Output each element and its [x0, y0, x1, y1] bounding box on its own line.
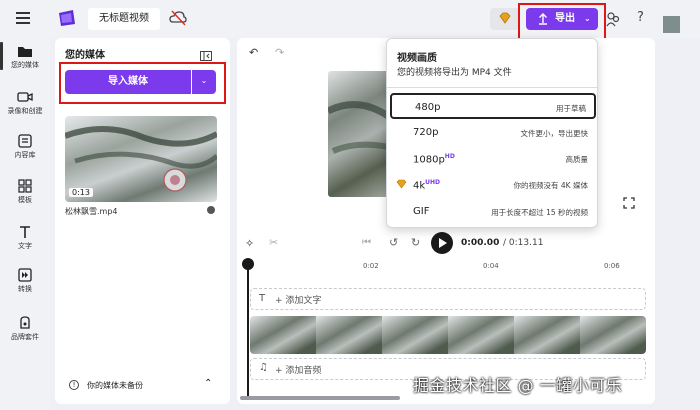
- upload-icon: [538, 8, 548, 39]
- option-desc: 用于长度不超过 15 秒的视频: [491, 208, 588, 217]
- menu-subheading: 您的视频将导出为 MP4 文件: [397, 68, 512, 78]
- media-panel: 您的媒体 导入媒体 ⌄ 0:13 松林飘雪.mp4 ! 你的媒体未备份 ⌃: [55, 38, 230, 404]
- export-option-4k[interactable]: 4kUHD 你的视频没有 4K 媒体: [390, 172, 596, 198]
- rail-item-label: 文字: [18, 242, 32, 250]
- video-frame: [514, 316, 580, 354]
- media-panel-title: 您的媒体: [65, 50, 105, 61]
- project-title[interactable]: 无标题视频: [88, 8, 160, 30]
- uhd-badge: UHD: [425, 179, 441, 186]
- rail-item-brand-kit[interactable]: 品牌套件: [0, 316, 50, 342]
- option-desc: 高质量: [565, 155, 589, 164]
- video-frame: [250, 316, 316, 354]
- chevron-down-icon: ⌄: [200, 76, 208, 85]
- option-label: 4kUHD: [413, 179, 441, 192]
- rewind-5s-icon[interactable]: ↺: [389, 236, 398, 249]
- share-people-icon[interactable]: [606, 11, 620, 31]
- video-frame: [580, 316, 646, 354]
- watermark-text: 掘金技术社区 @ 一罐小可乐: [413, 376, 623, 395]
- timeline-ruler-dots: [276, 266, 646, 268]
- media-clip-thumbnail[interactable]: 0:13: [65, 116, 217, 202]
- play-button[interactable]: [431, 232, 453, 254]
- rail-item-your-media[interactable]: 您的媒体: [0, 44, 50, 70]
- clip-filename: 松林飘雪.mp4: [65, 207, 118, 216]
- rail-item-templates[interactable]: 模板: [0, 179, 50, 205]
- backup-status-text: 你的媒体未备份: [87, 381, 143, 390]
- undo-icon[interactable]: ↶: [249, 46, 258, 59]
- info-icon: !: [69, 380, 79, 390]
- export-option-480p[interactable]: 480p 用于草稿: [390, 93, 596, 119]
- text-icon: [20, 226, 30, 238]
- chevron-up-icon[interactable]: ⌃: [204, 378, 212, 389]
- rail-item-label: 内容库: [14, 151, 36, 159]
- split-scissors-icon[interactable]: ✂: [269, 236, 278, 249]
- option-label: 1080pHD: [413, 153, 455, 166]
- forward-5s-icon[interactable]: ↻: [411, 236, 420, 249]
- total-time: / 0:13.11: [503, 238, 544, 248]
- folder-icon: [18, 47, 32, 57]
- export-quality-menu: 视频画质 您的视频将导出为 MP4 文件 480p 用于草稿 720p 文件更小…: [386, 38, 598, 228]
- help-button[interactable]: ?: [637, 10, 644, 25]
- option-desc: 文件更小，导出更快: [520, 129, 589, 138]
- chevron-down-icon: ⌄: [584, 14, 591, 23]
- rail-item-transitions[interactable]: 转换: [0, 268, 50, 294]
- top-bar: 无标题视频 导出 ⌄ ?: [0, 0, 700, 41]
- video-track[interactable]: [250, 316, 646, 354]
- menu-divider: [387, 87, 597, 88]
- brand-kit-icon: [20, 316, 30, 329]
- templates-icon: [18, 179, 32, 193]
- rail-item-label: 转换: [18, 285, 32, 293]
- app-logo-icon: [57, 9, 77, 27]
- option-desc: 你的视频没有 4K 媒体: [513, 181, 588, 190]
- rail-item-label: 您的媒体: [11, 61, 39, 69]
- cloud-sync-off-icon[interactable]: [169, 10, 187, 30]
- transition-icon: [18, 268, 32, 282]
- current-time: 0:00.00: [461, 238, 500, 248]
- export-label: 导出: [555, 13, 575, 24]
- text-track[interactable]: T + 添加文字: [250, 288, 646, 310]
- export-button[interactable]: 导出 ⌄: [526, 8, 598, 30]
- rail-item-label: 录像和创建: [7, 107, 43, 115]
- premium-diamond-button[interactable]: [490, 8, 520, 30]
- add-audio-label: + 添加音频: [275, 366, 322, 376]
- skip-back-icon[interactable]: ⏮: [362, 237, 371, 248]
- option-label: GIF: [413, 206, 430, 217]
- video-frame: [316, 316, 382, 354]
- option-label: 480p: [415, 102, 441, 113]
- clip-duration-badge: 0:13: [69, 188, 93, 197]
- timeline-scrollbar[interactable]: [240, 396, 400, 400]
- backup-status-bar[interactable]: ! 你的媒体未备份 ⌃: [55, 376, 230, 398]
- option-desc: 用于草稿: [556, 104, 586, 113]
- menu-heading: 视频画质: [397, 53, 437, 64]
- music-note-icon: ♫: [259, 362, 268, 373]
- add-text-label: + 添加文字: [275, 296, 322, 306]
- export-option-gif[interactable]: GIF 用于长度不超过 15 秒的视频: [390, 199, 596, 225]
- premium-diamond-icon: [396, 179, 407, 192]
- rail-item-content-library[interactable]: 内容库: [0, 134, 50, 160]
- ai-magic-icon[interactable]: ✧: [245, 237, 254, 250]
- video-frame: [382, 316, 448, 354]
- rail-item-label: 模板: [18, 196, 32, 204]
- clip-used-check-icon: [207, 206, 215, 214]
- rail-item-text[interactable]: 文字: [0, 225, 50, 251]
- avatar[interactable]: [663, 16, 680, 33]
- playhead-handle[interactable]: [242, 258, 254, 270]
- fullscreen-icon[interactable]: [623, 194, 635, 213]
- hamburger-menu-icon[interactable]: [16, 12, 30, 24]
- video-frame: [448, 316, 514, 354]
- playhead-line: [247, 262, 249, 400]
- rail-item-record-create[interactable]: 录像和创建: [0, 90, 50, 116]
- export-option-1080p[interactable]: 1080pHD 高质量: [390, 146, 596, 172]
- library-icon: [18, 134, 32, 148]
- text-t-icon: T: [259, 293, 266, 304]
- redo-icon[interactable]: ↷: [275, 46, 284, 59]
- hd-badge: HD: [444, 153, 455, 160]
- export-option-720p[interactable]: 720p 文件更小，导出更快: [390, 120, 596, 146]
- video-camera-icon: [17, 92, 33, 102]
- rail-item-label: 品牌套件: [11, 333, 39, 341]
- left-nav-rail: 您的媒体 录像和创建 内容库 模板 文字 转换 品牌套件: [0, 38, 50, 410]
- option-label: 720p: [413, 127, 439, 138]
- import-media-button[interactable]: 导入媒体: [65, 70, 191, 94]
- import-options-dropdown[interactable]: ⌄: [192, 70, 216, 94]
